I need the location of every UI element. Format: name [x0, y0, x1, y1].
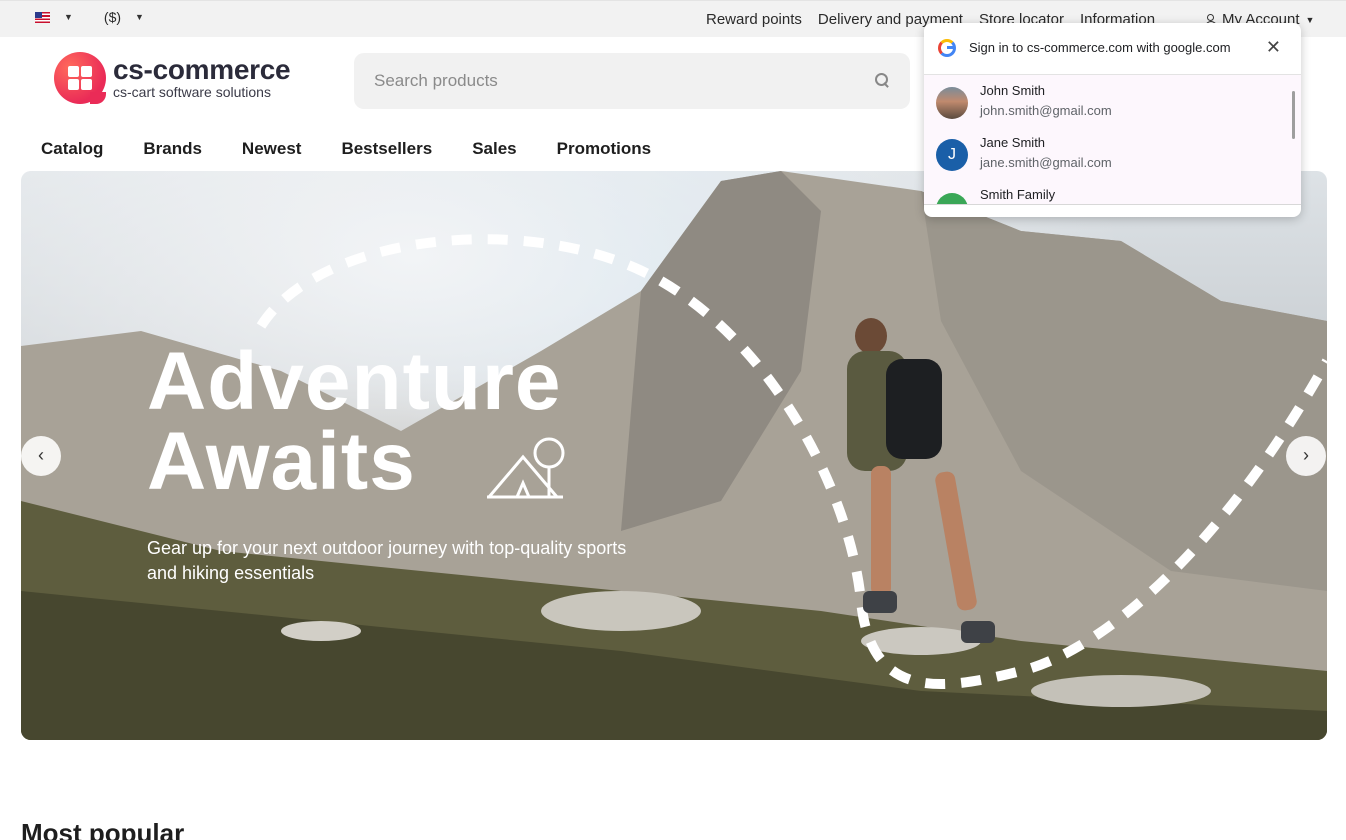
site-logo[interactable]: cs-commerce cs-cart software solutions [54, 52, 314, 106]
account-name: John Smith [980, 83, 1046, 98]
google-account-item[interactable]: John Smith john.smith@gmail.com [924, 75, 1301, 127]
scrollbar[interactable] [1292, 91, 1295, 139]
google-popup-header: Sign in to cs-commerce.com with google.c… [924, 23, 1301, 75]
logo-mark-icon [54, 52, 106, 104]
google-popup-title: Sign in to cs-commerce.com with google.c… [969, 40, 1231, 55]
hero-subtitle: Gear up for your next outdoor journey wi… [147, 538, 627, 583]
nav-item-sales[interactable]: Sales [472, 139, 516, 159]
section-title-most-popular: Most popular [21, 818, 185, 840]
nav-item-promotions[interactable]: Promotions [557, 139, 651, 159]
avatar: J [936, 139, 968, 171]
account-name: Jane Smith [980, 135, 1046, 150]
nav-item-newest[interactable]: Newest [242, 139, 302, 159]
close-icon[interactable]: ✕ [1266, 38, 1281, 56]
us-flag-icon[interactable] [35, 11, 50, 23]
account-email: jane.smith@gmail.com [980, 155, 1112, 170]
google-signin-popup: Sign in to cs-commerce.com with google.c… [924, 23, 1301, 217]
avatar: S [936, 193, 968, 204]
account-name: Smith Family [980, 187, 1056, 202]
google-account-item[interactable]: S Smith Family [924, 179, 1301, 204]
currency-selector[interactable]: ($) [104, 9, 121, 25]
google-account-item[interactable]: J Jane Smith jane.smith@gmail.com [924, 127, 1301, 179]
main-nav: Catalog Brands Newest Bestsellers Sales … [41, 139, 691, 159]
chevron-right-icon: › [1303, 445, 1309, 465]
google-logo-icon [938, 39, 956, 57]
hero-title: Adventure Awaits [147, 336, 562, 507]
nav-item-catalog[interactable]: Catalog [41, 139, 103, 159]
hero-banner[interactable]: Adventure Awaits Gear up for your next o… [21, 171, 1327, 740]
logo-name: cs-commerce [113, 54, 291, 85]
hero-title-line1: Adventure [147, 336, 562, 427]
locale-selectors: ▼ ($) ▼ [35, 9, 144, 25]
chevron-down-icon: ▼ [1305, 14, 1315, 25]
chevron-down-icon[interactable]: ▼ [64, 12, 73, 22]
carousel-prev-button[interactable]: ‹ [21, 436, 61, 476]
link-reward-points[interactable]: Reward points [706, 11, 802, 28]
carousel-next-button[interactable]: › [1286, 436, 1326, 476]
chevron-down-icon[interactable]: ▼ [135, 12, 144, 22]
hero-title-line2: Awaits [147, 416, 416, 507]
account-email: john.smith@gmail.com [980, 103, 1112, 118]
avatar [936, 87, 968, 119]
nav-item-bestsellers[interactable]: Bestsellers [341, 139, 432, 159]
search-input[interactable] [374, 69, 854, 93]
google-account-list: John Smith john.smith@gmail.com J Jane S… [924, 75, 1301, 205]
search-icon[interactable] [875, 73, 889, 87]
logo-tagline: cs-cart software solutions [113, 84, 271, 100]
search-bar [354, 53, 910, 109]
chevron-left-icon: ‹ [38, 445, 44, 465]
nav-item-brands[interactable]: Brands [143, 139, 202, 159]
